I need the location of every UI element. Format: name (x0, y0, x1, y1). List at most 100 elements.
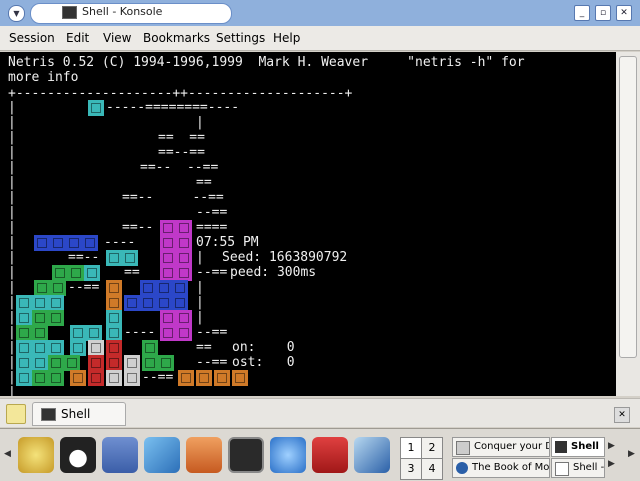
board-divider: | (196, 295, 204, 310)
menu-settings[interactable]: Settings (216, 31, 265, 45)
new-session-icon[interactable] (6, 404, 26, 424)
board-divider: | (196, 310, 204, 325)
home-icon[interactable] (186, 437, 222, 473)
board-block (156, 295, 172, 311)
board-block (52, 265, 68, 281)
tab-shell[interactable]: Shell (32, 402, 126, 426)
netris-header-line-2: more info (8, 70, 79, 85)
office-icon[interactable] (354, 437, 390, 473)
board-block (48, 295, 64, 311)
board-row: ==-- (122, 220, 154, 235)
session-tabbar: Shell ✕ (0, 398, 640, 427)
board-row: == (196, 340, 212, 355)
board-block (140, 280, 156, 296)
minimize-button[interactable]: _ (574, 5, 590, 21)
menu-view[interactable]: View (103, 31, 131, 45)
panel-hide-left-icon[interactable]: ◀ (4, 449, 11, 459)
board-block (16, 325, 32, 341)
board-block (232, 370, 248, 386)
kde-k-menu-icon[interactable] (18, 437, 54, 473)
task-label: Shell - (573, 462, 605, 473)
menubar: Session Edit View Bookmarks Settings Hel… (0, 26, 640, 51)
desktop-icon[interactable] (102, 437, 138, 473)
task-book[interactable]: The Book of Mo (452, 458, 550, 478)
board-block (88, 370, 104, 386)
board-block (32, 310, 48, 326)
close-tab-icon[interactable]: ✕ (614, 407, 630, 423)
terminal-icon[interactable] (228, 437, 264, 473)
desktop-pager-1[interactable]: 1 (400, 437, 422, 459)
terminal-icon (41, 408, 56, 421)
taskbar-arrow-icon[interactable]: ▶ (608, 441, 615, 451)
desktop-pager-3[interactable]: 3 (400, 458, 422, 480)
panel-hide-right-icon[interactable]: ▶ (628, 449, 635, 459)
document-icon (555, 462, 569, 476)
stat-line-1: on: 0 (232, 340, 295, 355)
board-block (84, 265, 100, 281)
terminal-icon (555, 441, 567, 453)
window-title: Shell - Konsole (82, 5, 163, 18)
board-block (32, 370, 48, 386)
board-block (214, 370, 230, 386)
board-block (196, 370, 212, 386)
board-block (172, 280, 188, 296)
close-button[interactable]: ✕ (616, 5, 632, 21)
board-block (82, 235, 98, 251)
window-menu-button[interactable]: ▼ (8, 5, 25, 22)
board-block (142, 340, 158, 356)
board-row: ==-- --== (122, 190, 224, 205)
board-block (106, 355, 122, 371)
board-block (160, 220, 176, 236)
board-block (172, 295, 188, 311)
board-block (176, 235, 192, 251)
board-block (160, 235, 176, 251)
maximize-button[interactable]: ▫ (595, 5, 611, 21)
menu-help[interactable]: Help (273, 31, 300, 45)
tab-label: Shell (61, 407, 91, 421)
task-shell-active[interactable]: Shell (551, 437, 605, 457)
desktop-pager-4[interactable]: 4 (421, 458, 443, 480)
stat-line-2: ost: 0 (232, 355, 295, 370)
clock-text: 07:55 PM (196, 235, 259, 250)
board-block (64, 355, 80, 371)
board-block (16, 340, 32, 356)
desktop-pager-2[interactable]: 2 (421, 437, 443, 459)
tux-penguin-icon[interactable] (60, 437, 96, 473)
board-block (160, 310, 176, 326)
browser-icon (456, 462, 468, 474)
task-conquer[interactable]: Conquer your D (452, 437, 550, 457)
menu-session[interactable]: Session (9, 31, 55, 45)
board-row: --== (142, 370, 174, 385)
board-block (176, 220, 192, 236)
board-block (50, 235, 66, 251)
board-row: ==== (196, 220, 228, 235)
board-block (124, 370, 140, 386)
board-block (140, 295, 156, 311)
editor-icon[interactable] (144, 437, 180, 473)
left-board-border: | | | | | | | | | | | | | | | | | | | | (8, 100, 16, 396)
game-icon[interactable] (312, 437, 348, 473)
board-row: --== (196, 325, 228, 340)
board-divider: | (196, 115, 204, 130)
board-block (68, 265, 84, 281)
globe-browser-icon[interactable] (270, 437, 306, 473)
terminal-view[interactable]: Netris 0.52 (C) 1994-1996,1999 Mark H. W… (0, 52, 616, 396)
board-block (88, 340, 104, 356)
board-row: ---- (124, 325, 156, 340)
board-block (106, 280, 122, 296)
terminal-scrollbar[interactable] (616, 52, 640, 396)
board-block (34, 235, 50, 251)
task-shell-2[interactable]: Shell - (551, 458, 605, 478)
scrollbar-thumb[interactable] (619, 56, 637, 358)
board-row: == (124, 265, 140, 280)
netris-header-line: Netris 0.52 (C) 1994-1996,1999 Mark H. W… (8, 55, 525, 70)
menu-bookmarks[interactable]: Bookmarks (143, 31, 210, 45)
konsole-icon (62, 6, 77, 19)
board-divider: | (196, 280, 204, 295)
taskbar-arrow-icon[interactable]: ▶ (608, 459, 615, 469)
menu-edit[interactable]: Edit (66, 31, 89, 45)
window-titlebar[interactable]: ▼ Shell - Konsole _ ▫ ✕ (0, 0, 640, 26)
board-row: == == (158, 130, 205, 145)
board-block (16, 310, 32, 326)
board-block (160, 265, 176, 281)
